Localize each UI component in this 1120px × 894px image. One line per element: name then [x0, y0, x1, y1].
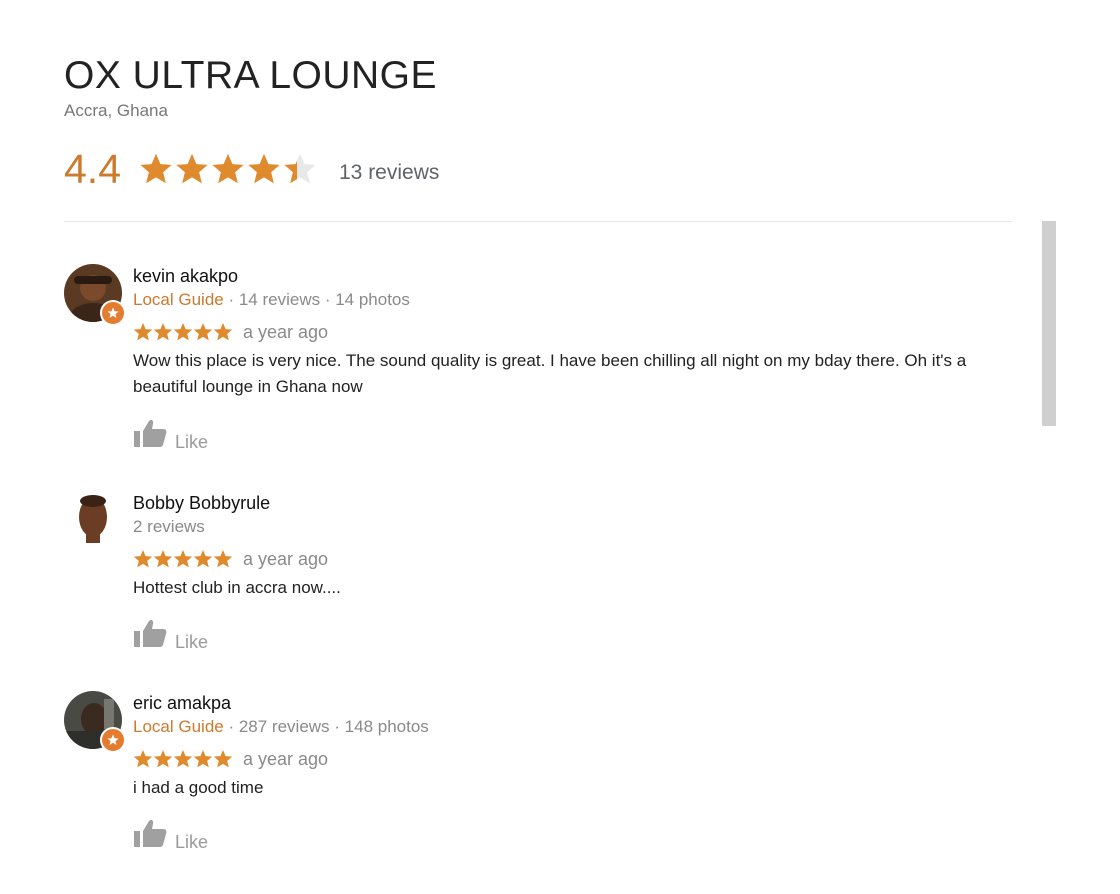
rating-stars	[139, 152, 319, 186]
like-button[interactable]: Like	[133, 818, 208, 853]
like-button[interactable]: Like	[133, 618, 208, 653]
avatar[interactable]	[64, 691, 126, 753]
place-location: Accra, Ghana	[64, 101, 168, 120]
star-icon	[193, 550, 213, 568]
like-button[interactable]: Like	[133, 418, 208, 453]
thumbs-up-icon	[133, 418, 167, 453]
review-stars	[133, 322, 233, 342]
star-icon	[133, 323, 153, 341]
review-text: Wow this place is very nice. The sound q…	[133, 351, 967, 396]
star-icon	[213, 750, 233, 768]
star-icon	[193, 750, 213, 768]
review-card: eric amakpa Local Guide · 287 reviews · …	[64, 691, 1014, 861]
thumbs-up-icon	[133, 618, 167, 653]
star-icon	[173, 750, 193, 768]
review-card: Bobby Bobbyrule 2 reviews a year ago Hot…	[64, 491, 1014, 653]
reviewer-stats: · 287 reviews · 148 photos	[223, 717, 429, 736]
star-icon	[153, 323, 173, 341]
local-guide-badge-icon	[100, 300, 126, 326]
star-icon	[133, 550, 153, 568]
thumbs-up-icon	[133, 818, 167, 853]
header-divider	[64, 221, 1012, 222]
review-date: a year ago	[243, 321, 329, 342]
review-stars	[133, 549, 233, 569]
star-icon	[213, 550, 233, 568]
rating-value: 4.4	[64, 145, 121, 192]
review-text: Hottest club in accra now....	[133, 578, 341, 597]
reviewer-name[interactable]: Bobby Bobbyrule	[133, 491, 1013, 515]
star-icon	[193, 323, 213, 341]
reviewer-meta: Local Guide · 287 reviews · 148 photos	[133, 715, 1013, 739]
reviewer-stats: · 14 reviews · 14 photos	[223, 290, 410, 309]
star-icon	[212, 153, 244, 184]
review-card: kevin akakpo Local Guide · 14 reviews · …	[64, 264, 1014, 454]
reviewer-name[interactable]: eric amakpa	[133, 691, 1013, 715]
star-icon	[133, 750, 153, 768]
review-text: i had a good time	[133, 778, 264, 797]
like-label: Like	[175, 832, 209, 852]
star-icon	[176, 153, 208, 184]
place-title: OX ULTRA LOUNGE	[64, 54, 438, 97]
local-guide-badge-icon	[100, 727, 126, 753]
avatar[interactable]	[64, 491, 122, 549]
star-icon	[153, 550, 173, 568]
reviewer-meta: 2 reviews	[133, 515, 1013, 539]
review-rating: a year ago	[133, 743, 1013, 775]
review-stars	[133, 749, 233, 769]
reviewer-stats: 2 reviews	[133, 517, 205, 536]
review-rating: a year ago	[133, 316, 1013, 348]
star-icon	[173, 550, 193, 568]
rating-summary: 4.4 13 reviews	[64, 144, 439, 194]
review-date: a year ago	[243, 748, 329, 769]
local-guide-label: Local Guide	[133, 290, 224, 309]
star-icon	[284, 153, 316, 184]
star-icon	[153, 750, 173, 768]
scrollbar-thumb[interactable]	[1042, 221, 1056, 426]
like-label: Like	[175, 432, 209, 452]
star-icon	[173, 323, 193, 341]
scrollbar[interactable]	[1042, 221, 1056, 426]
local-guide-label: Local Guide	[133, 717, 224, 736]
review-rating: a year ago	[133, 543, 1013, 575]
star-icon	[140, 153, 172, 184]
reviewer-name[interactable]: kevin akakpo	[133, 264, 1013, 288]
avatar[interactable]	[64, 264, 126, 326]
review-count-link[interactable]: 13 reviews	[339, 161, 439, 185]
review-date: a year ago	[243, 548, 329, 569]
star-icon	[213, 323, 233, 341]
reviewer-meta: Local Guide · 14 reviews · 14 photos	[133, 288, 1013, 312]
like-label: Like	[175, 632, 209, 652]
star-icon	[248, 153, 280, 184]
